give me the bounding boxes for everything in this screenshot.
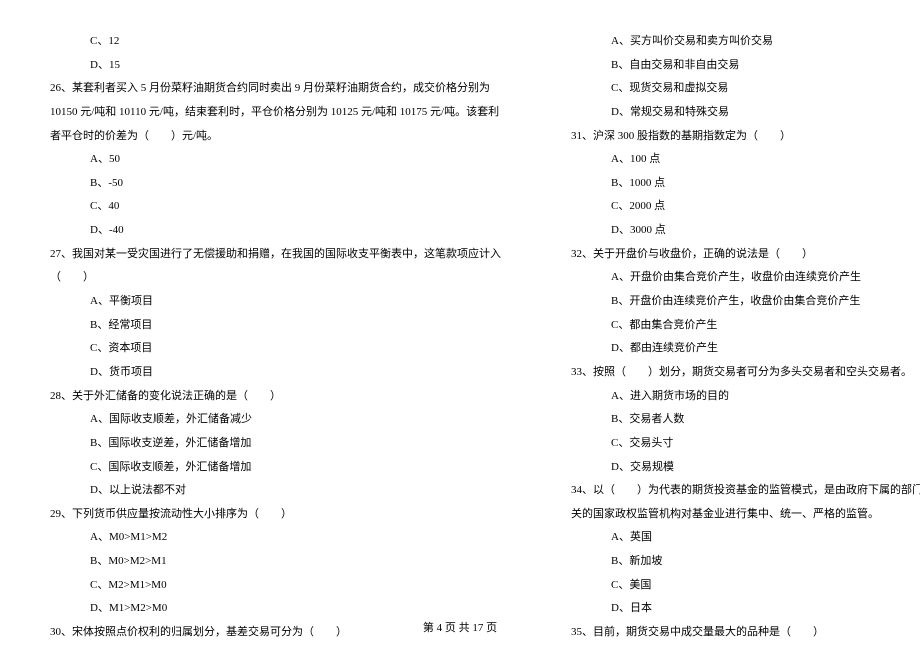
q32-option-a: A、开盘价由集合竞价产生，收盘价由连续竞价产生 — [561, 266, 920, 290]
q28-stem: 28、关于外汇储备的变化说法正确的是（ ） — [40, 385, 501, 409]
q34-option-d: D、日本 — [561, 597, 920, 621]
left-column: C、12 D、15 26、某套利者买入 5 月份菜籽油期货合约同时卖出 9 月份… — [40, 30, 501, 645]
q32-stem: 32、关于开盘价与收盘价，正确的说法是（ ） — [561, 243, 920, 267]
q32-option-b: B、开盘价由连续竞价产生，收盘价由集合竞价产生 — [561, 290, 920, 314]
q31-option-b: B、1000 点 — [561, 172, 920, 196]
q26-option-c: C、40 — [40, 195, 501, 219]
q31-option-a: A、100 点 — [561, 148, 920, 172]
q25-option-d: D、15 — [40, 54, 501, 78]
q29-stem: 29、下列货币供应量按流动性大小排序为（ ） — [40, 503, 501, 527]
q26-stem-line2: 10150 元/吨和 10110 元/吨，结束套利时，平仓价格分别为 10125… — [40, 101, 501, 125]
q34-option-a: A、英国 — [561, 526, 920, 550]
q27-stem-line1: 27、我国对某一受灾国进行了无偿援助和捐赠，在我国的国际收支平衡表中，这笔款项应… — [40, 243, 501, 267]
q32-option-d: D、都由连续竞价产生 — [561, 337, 920, 361]
q27-option-a: A、平衡项目 — [40, 290, 501, 314]
q30-option-c: C、现货交易和虚拟交易 — [561, 77, 920, 101]
q28-option-b: B、国际收支逆差，外汇储备增加 — [40, 432, 501, 456]
q33-stem: 33、按照（ ）划分，期货交易者可分为多头交易者和空头交易者。 — [561, 361, 920, 385]
q31-option-c: C、2000 点 — [561, 195, 920, 219]
q33-option-c: C、交易头寸 — [561, 432, 920, 456]
q30-option-a: A、买方叫价交易和卖方叫价交易 — [561, 30, 920, 54]
q29-option-c: C、M2>M1>M0 — [40, 574, 501, 598]
q27-option-b: B、经常项目 — [40, 314, 501, 338]
q34-stem-line2: 关的国家政权监管机构对基金业进行集中、统一、严格的监管。 — [561, 503, 920, 527]
q26-stem-line1: 26、某套利者买入 5 月份菜籽油期货合约同时卖出 9 月份菜籽油期货合约，成交… — [40, 77, 501, 101]
q32-option-c: C、都由集合竞价产生 — [561, 314, 920, 338]
right-column: A、买方叫价交易和卖方叫价交易 B、自由交易和非自由交易 C、现货交易和虚拟交易… — [561, 30, 920, 645]
q30-option-b: B、自由交易和非自由交易 — [561, 54, 920, 78]
q33-option-b: B、交易者人数 — [561, 408, 920, 432]
q31-stem: 31、沪深 300 股指数的基期指数定为（ ） — [561, 125, 920, 149]
q29-option-a: A、M0>M1>M2 — [40, 526, 501, 550]
q25-option-c: C、12 — [40, 30, 501, 54]
q34-option-b: B、新加坡 — [561, 550, 920, 574]
q28-option-c: C、国际收支顺差，外汇储备增加 — [40, 456, 501, 480]
q30-option-d: D、常规交易和特殊交易 — [561, 101, 920, 125]
q26-option-a: A、50 — [40, 148, 501, 172]
q27-option-c: C、资本项目 — [40, 337, 501, 361]
page-content: C、12 D、15 26、某套利者买入 5 月份菜籽油期货合约同时卖出 9 月份… — [40, 30, 880, 645]
page-footer: 第 4 页 共 17 页 — [0, 619, 920, 635]
q26-stem-line3: 者平仓时的价差为（ ）元/吨。 — [40, 125, 501, 149]
q33-option-a: A、进入期货市场的目的 — [561, 385, 920, 409]
q28-option-a: A、国际收支顺差，外汇储备减少 — [40, 408, 501, 432]
q27-stem-line2: （ ） — [40, 266, 501, 290]
q29-option-b: B、M0>M2>M1 — [40, 550, 501, 574]
q34-option-c: C、美国 — [561, 574, 920, 598]
q33-option-d: D、交易规模 — [561, 456, 920, 480]
q26-option-b: B、-50 — [40, 172, 501, 196]
q27-option-d: D、货币项目 — [40, 361, 501, 385]
q34-stem-line1: 34、以（ ）为代表的期货投资基金的监管模式，是由政府下属的部门或直接隶属于立法… — [561, 479, 920, 503]
q26-option-d: D、-40 — [40, 219, 501, 243]
q29-option-d: D、M1>M2>M0 — [40, 597, 501, 621]
q28-option-d: D、以上说法都不对 — [40, 479, 501, 503]
q31-option-d: D、3000 点 — [561, 219, 920, 243]
